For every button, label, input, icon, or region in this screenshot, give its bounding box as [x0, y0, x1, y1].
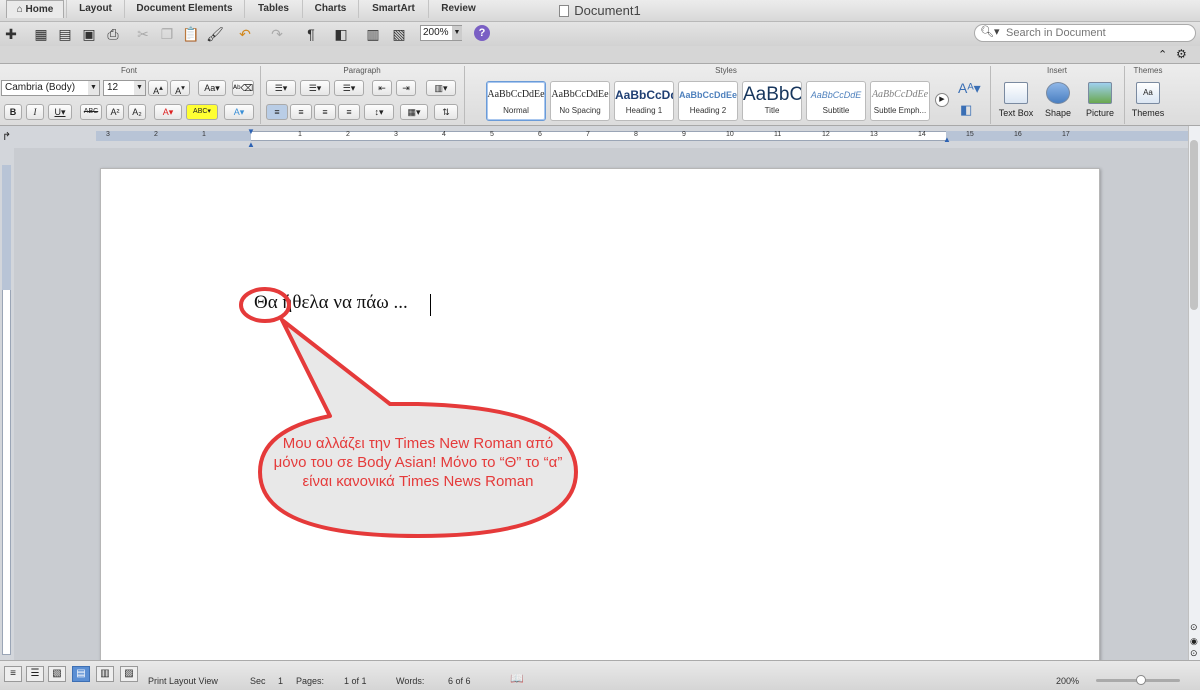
callout-text: Μου αλλάζει την Times New Roman από μόνο… — [273, 435, 563, 490]
section-label: Sec — [250, 676, 266, 686]
words-value: 6 of 6 — [448, 676, 471, 686]
proofing-status-icon[interactable]: 📖 — [510, 672, 524, 685]
callout-annotation — [239, 287, 578, 538]
outline-view-button[interactable]: ☰ — [26, 666, 44, 682]
notebook-view-button[interactable]: ▥ — [96, 666, 114, 682]
pages-label: Pages: — [296, 676, 325, 686]
print-layout-view-button[interactable]: ▤ — [72, 666, 90, 682]
speech-bubble — [258, 318, 578, 538]
words-label: Words: — [396, 676, 425, 686]
zoom-level-label: 200% — [1056, 676, 1080, 686]
highlight-circle — [239, 287, 291, 323]
publishing-view-button[interactable]: ▧ — [48, 666, 66, 682]
focus-view-button[interactable]: ▨ — [120, 666, 138, 682]
pages-value: 1 of 1 — [344, 676, 367, 686]
section-value: 1 — [278, 676, 284, 686]
zoom-slider-knob[interactable] — [1136, 675, 1146, 685]
draft-view-button[interactable]: ≡ — [4, 666, 22, 682]
view-mode-label: Print Layout View — [148, 676, 218, 686]
